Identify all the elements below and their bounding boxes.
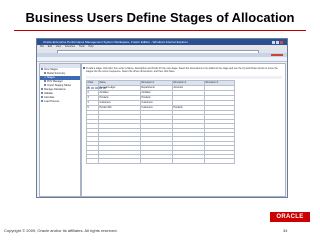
oracle-header-logo [271,54,283,56]
folder-icon [41,100,43,103]
copyright-text: Copyright © 2009, Oracle and/or its affi… [4,228,118,233]
window-controls [271,40,285,44]
oracle-logo: ORACLE [270,212,310,222]
instructions-text: To add a stage, click Add, then enter a … [83,67,282,73]
page-icon [44,72,46,75]
page-icon [44,84,46,87]
page-icon [44,80,46,83]
slide-title: Business Users Define Stages of Allocati… [25,10,295,25]
title-divider [14,30,306,31]
menu-tools[interactable]: Tools [79,45,85,48]
info-icon [83,67,85,69]
menu-help[interactable]: Help [88,45,93,48]
close-icon[interactable] [280,41,283,44]
folder-icon [41,88,43,91]
menu-view[interactable]: View [56,45,61,48]
app-toolbar [37,57,287,70]
grid-toolbar [86,76,282,89]
page-number: 34 [283,228,288,233]
app-screenshot: Oracle Enterprise Performance Management… [36,38,288,198]
menu-favorites[interactable]: Favorites [65,45,75,48]
maximize-icon[interactable] [276,41,279,44]
folder-icon [41,68,43,71]
nav-item-load-process[interactable]: Load Process [40,100,80,104]
stages-table: Order Name Dimension 1 Dimension 2 Dimen… [86,80,235,164]
navigation-tree: View Stages Model Summary Stages POV Man… [39,63,81,197]
menu-edit[interactable]: Edit [48,45,52,48]
minimize-icon[interactable] [272,41,275,44]
table-row-empty [86,158,235,164]
menu-file[interactable]: File [40,45,44,48]
folder-icon [41,96,43,99]
folder-icon [41,92,43,95]
stages-panel: To add a stage, click Add, then enter a … [81,63,286,197]
page-icon [44,76,46,79]
